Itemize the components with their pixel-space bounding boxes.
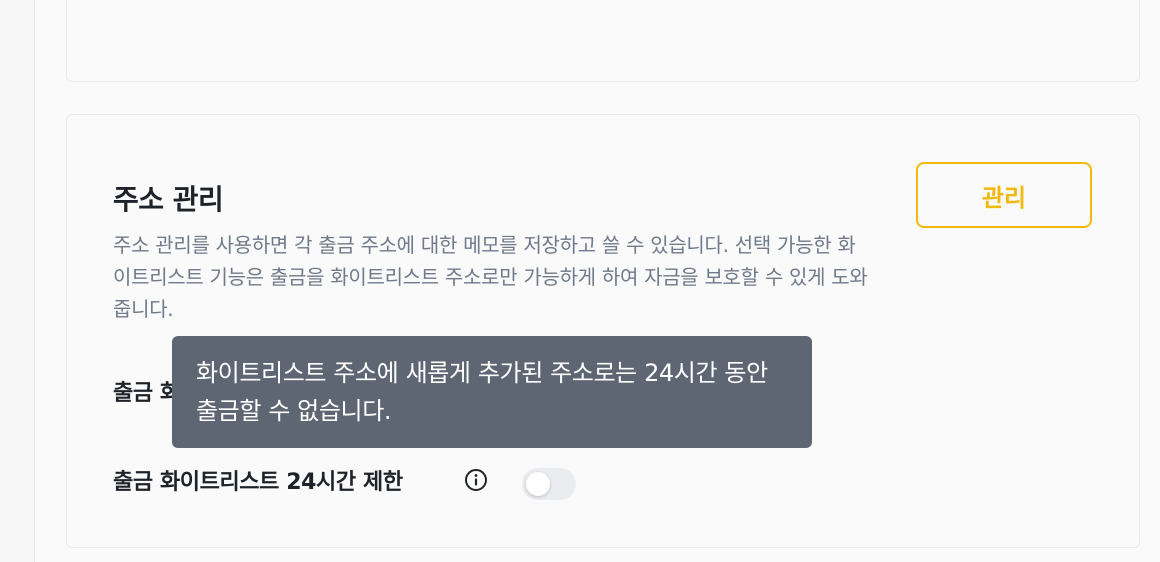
page: 주소 관리 주소 관리를 사용하면 각 출금 주소에 대한 메모를 저장하고 쓸… — [0, 0, 1160, 562]
whitelist-24h-limit-label: 출금 화이트리스트 24시간 제한 — [113, 470, 403, 495]
whitelist-24h-toggle[interactable] — [522, 468, 576, 500]
withdrawal-whitelist-label: 출금 화 — [113, 381, 180, 406]
manage-button[interactable]: 관리 — [916, 162, 1092, 228]
section-description: 주소 관리를 사용하면 각 출금 주소에 대한 메모를 저장하고 쓸 수 있습니… — [113, 233, 868, 321]
left-rail — [0, 0, 35, 562]
info-tooltip: 화이트리스트 주소에 새롭게 추가된 주소로는 24시간 동안 출금할 수 없습… — [172, 336, 812, 448]
toggle-knob — [526, 472, 550, 496]
section-title: 주소 관리 — [113, 183, 224, 216]
info-icon[interactable] — [464, 468, 488, 492]
top-card — [66, 0, 1140, 82]
